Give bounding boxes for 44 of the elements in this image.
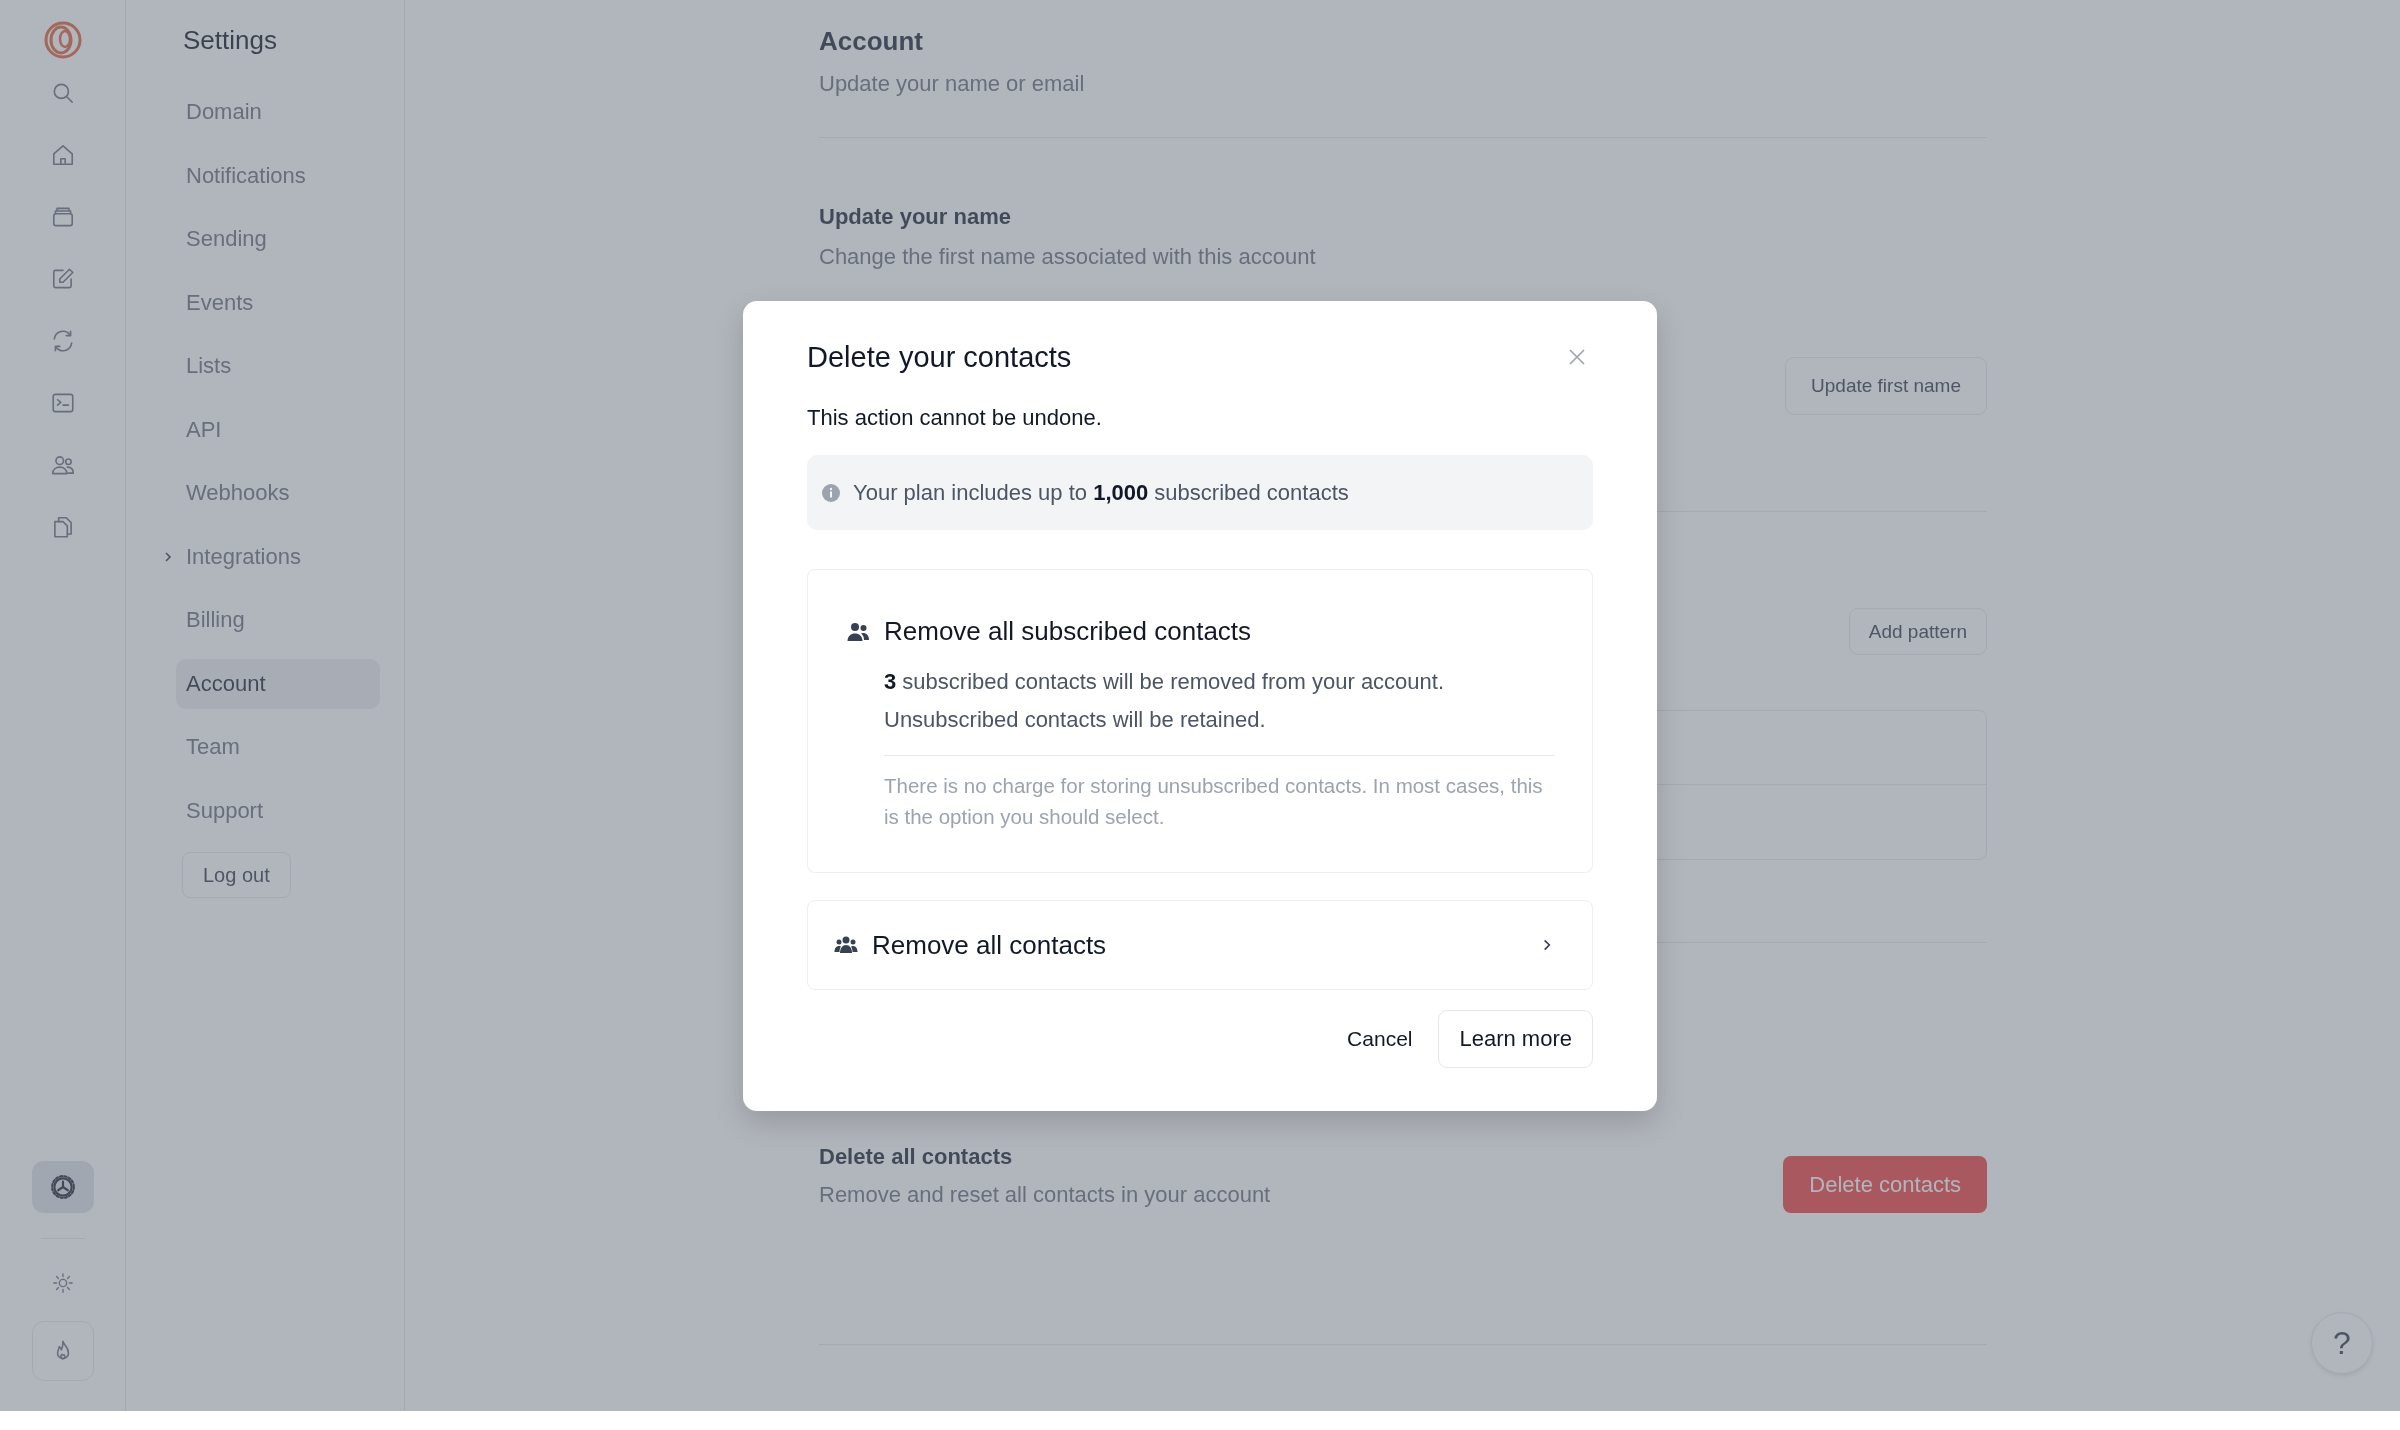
logo-icon[interactable] xyxy=(42,20,83,60)
cancel-button[interactable]: Cancel xyxy=(1347,1027,1413,1051)
sun-icon[interactable] xyxy=(51,1272,74,1294)
sidebar-item[interactable]: Sending xyxy=(176,214,380,264)
sidebar-item[interactable]: Domain xyxy=(176,87,380,137)
page-subtitle: Update your name or email xyxy=(819,71,1086,97)
settings-button[interactable] xyxy=(31,1161,94,1213)
gear-icon xyxy=(49,1174,76,1200)
help-button[interactable]: ? xyxy=(2311,1312,2373,1374)
sidebar-item[interactable]: Notifications xyxy=(176,150,380,201)
sidebar-item[interactable]: Billing xyxy=(176,595,380,645)
option-card[interactable] xyxy=(807,569,1593,873)
page-title: Account xyxy=(819,26,924,57)
delete-contacts-button[interactable]: Delete contacts xyxy=(1783,1156,1987,1213)
sidebar-item[interactable]: Webhooks xyxy=(176,468,380,518)
section-title: Update your name xyxy=(819,204,1012,230)
option-title: Remove all contacts xyxy=(872,929,1108,961)
sidebar-item[interactable]: Team xyxy=(176,722,380,772)
close-icon[interactable] xyxy=(1567,347,1587,367)
learn-more-button[interactable]: Learn more xyxy=(1438,1010,1593,1068)
sidebar-item[interactable]: Account xyxy=(176,658,380,709)
option-title: Remove all subscribed contacts xyxy=(884,616,1253,647)
sidebar-title: Settings xyxy=(183,25,277,56)
sidebar-item[interactable]: Events xyxy=(176,277,380,328)
chevron-right-icon[interactable] xyxy=(162,550,174,563)
dialog-title: Delete your contacts xyxy=(807,340,1072,374)
section-title: Delete all contacts xyxy=(819,1144,1014,1170)
update-name-button[interactable]: Update first name xyxy=(1785,357,1987,415)
sidebar-item[interactable]: Integrations xyxy=(176,531,380,582)
option-description: Unsubscribed contacts will be retained. xyxy=(884,707,1267,733)
section-subtitle: Remove and reset all contacts in your account xyxy=(819,1182,1271,1208)
add-pattern-button[interactable]: Add pattern xyxy=(1848,608,1987,655)
section-subtitle: Change the first name associated with this account xyxy=(819,244,1316,270)
sidebar-item[interactable]: Lists xyxy=(176,341,380,391)
sidebar-item[interactable]: Support xyxy=(176,785,380,836)
info-icon xyxy=(821,482,841,503)
info-text: Your plan includes up to 1,000 subscribed contacts xyxy=(853,479,1349,506)
warning-text: This action cannot be undone. xyxy=(807,405,1103,431)
option-card[interactable]: Remove all contacts xyxy=(807,900,1593,990)
flame-button[interactable] xyxy=(31,1321,94,1381)
option-description: 3 subscribed contacts will be removed from your account. xyxy=(884,669,1446,695)
logout-button[interactable]: Log out xyxy=(182,852,291,898)
sidebar-item[interactable]: API xyxy=(176,404,380,455)
option-note: There is no charge for storing unsubscribed contacts. In most cases, this is the option you should select. xyxy=(884,755,1554,832)
